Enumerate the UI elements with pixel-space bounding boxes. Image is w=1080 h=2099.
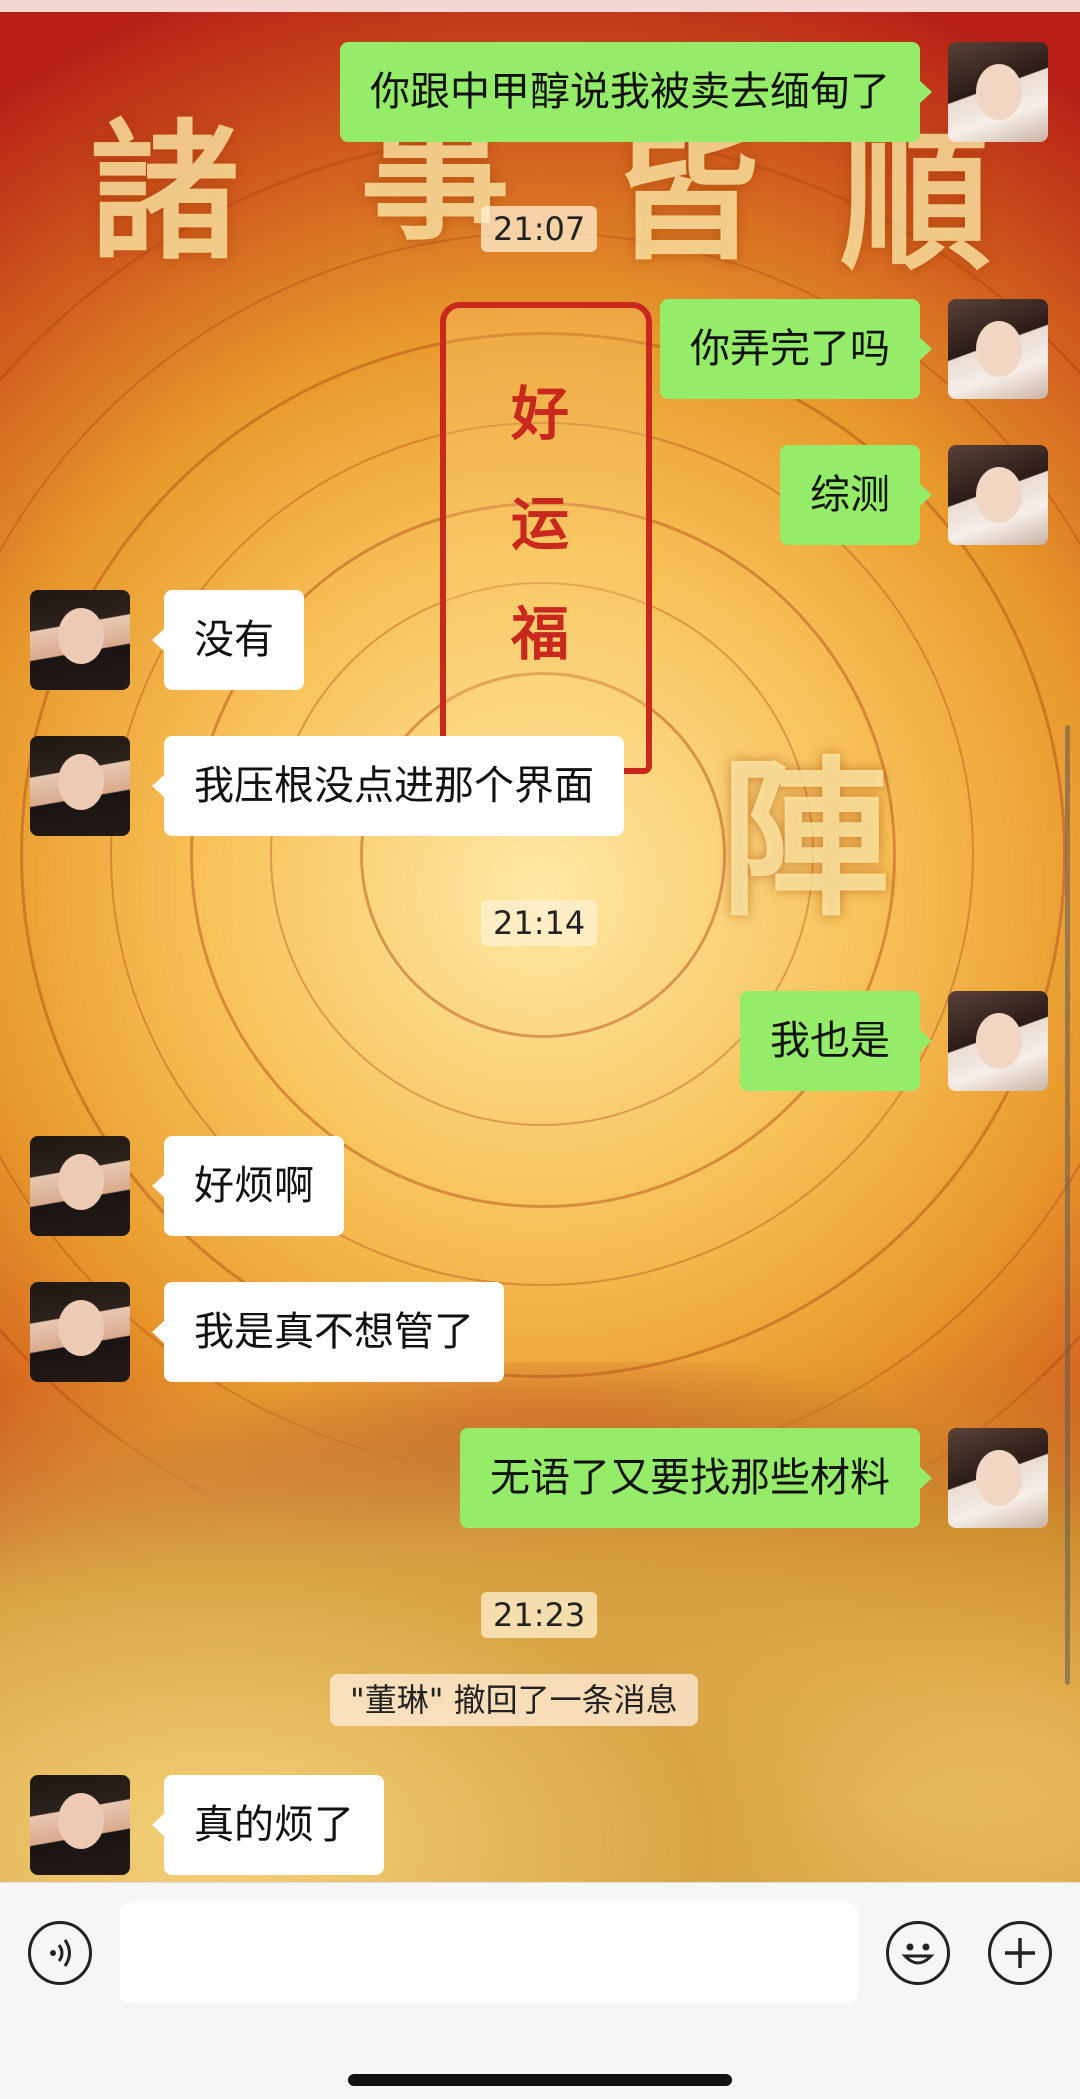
avatar-face [58,608,104,664]
my-message-bubble[interactable]: 我也是 [740,991,932,1091]
my-avatar[interactable] [948,991,1048,1091]
pendant-char: 运 [510,490,569,558]
message-timestamp: 21:07 [481,206,598,252]
home-indicator[interactable] [348,2074,732,2086]
recall-notice: "董琳" 撤回了一条消息 [330,1674,698,1726]
plus-icon[interactable] [988,1921,1052,1985]
avatar-face [58,754,104,810]
contact-message-bubble[interactable]: 真的烦了 [152,1775,384,1875]
avatar-face [58,1793,104,1849]
avatar-face [976,321,1022,377]
contact-message-bubble[interactable]: 好烦啊 [152,1136,344,1236]
my-message-bubble[interactable]: 综测 [780,445,932,545]
avatar-face [976,1450,1022,1506]
contact-avatar[interactable] [30,590,130,690]
my-avatar[interactable] [948,299,1048,399]
avatar-face [976,64,1022,120]
my-avatar[interactable] [948,42,1048,142]
message-timestamp: 21:14 [481,900,598,946]
message-timestamp: 21:23 [481,1592,598,1638]
plus-icon-glyph [1005,1938,1035,1968]
my-avatar[interactable] [948,445,1048,545]
chat-input-bar [0,1882,1080,2099]
my-message-bubble[interactable]: 你弄完了吗 [660,299,932,399]
contact-avatar[interactable] [30,1282,130,1382]
contact-message-bubble[interactable]: 没有 [152,590,304,690]
contact-message-bubble[interactable]: 我是真不想管了 [152,1282,504,1382]
pendant-char: 福 [510,600,569,668]
my-message-bubble[interactable]: 你跟中甲醇说我被卖去缅甸了 [340,42,932,142]
avatar-face [976,1013,1022,1069]
emoji-icon[interactable] [886,1921,950,1985]
avatar-face [58,1300,104,1356]
avatar-face [58,1154,104,1210]
contact-avatar[interactable] [30,1775,130,1875]
contact-avatar[interactable] [30,1136,130,1236]
avatar-face [976,467,1022,523]
message-input[interactable] [120,1903,858,2003]
contact-message-bubble[interactable]: 我压根没点进那个界面 [152,736,624,836]
emoji-icon-glyph [901,1943,935,1965]
my-message-bubble[interactable]: 无语了又要找那些材料 [460,1428,932,1528]
my-avatar[interactable] [948,1428,1048,1528]
wallpaper-char: 陣 [720,740,891,940]
wallpaper-char: 諸 [90,105,241,281]
chat-scrollbar[interactable] [1065,725,1070,1685]
contact-avatar[interactable] [30,736,130,836]
top-edge [0,0,1080,12]
pendant-char: 好 [510,380,569,448]
voice-icon-glyph [50,1939,71,1967]
voice-icon[interactable] [28,1921,92,1985]
